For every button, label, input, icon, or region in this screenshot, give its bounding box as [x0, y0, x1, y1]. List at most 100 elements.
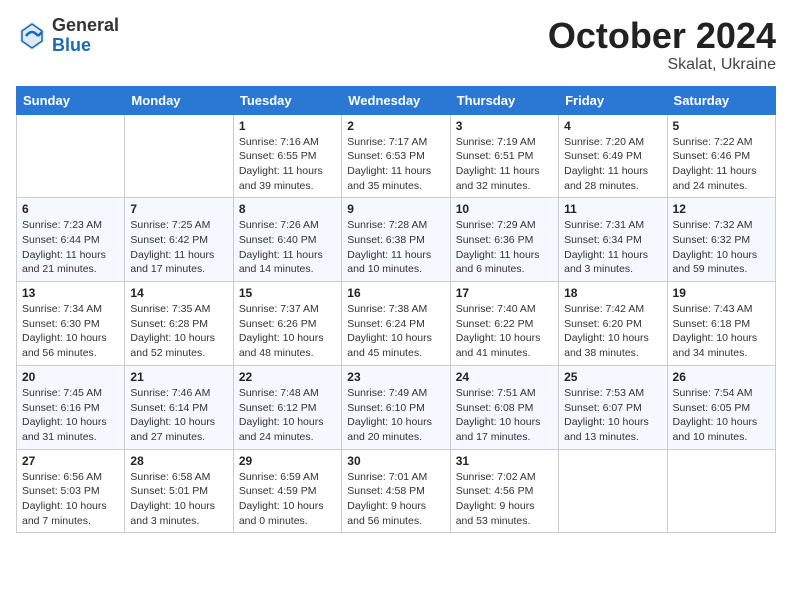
day-number: 3 — [456, 119, 553, 133]
day-of-week-header: Wednesday — [342, 86, 450, 114]
calendar-cell: 18 Sunrise: 7:42 AM Sunset: 6:20 PM Dayli… — [559, 282, 667, 366]
calendar-cell: 19 Sunrise: 7:43 AM Sunset: 6:18 PM Dayli… — [667, 282, 775, 366]
day-number: 23 — [347, 370, 444, 384]
calendar-cell: 12 Sunrise: 7:32 AM Sunset: 6:32 PM Dayli… — [667, 198, 775, 282]
day-number: 6 — [22, 202, 119, 216]
day-number: 12 — [673, 202, 770, 216]
logo-general: General — [52, 16, 119, 36]
location: Skalat, Ukraine — [548, 56, 776, 74]
day-number: 19 — [673, 286, 770, 300]
calendar-week-row: 27 Sunrise: 6:56 AM Sunset: 5:03 PM Dayli… — [17, 449, 776, 533]
calendar-table: SundayMondayTuesdayWednesdayThursdayFrid… — [16, 86, 776, 534]
day-number: 20 — [22, 370, 119, 384]
calendar-header-row: SundayMondayTuesdayWednesdayThursdayFrid… — [17, 86, 776, 114]
day-of-week-header: Tuesday — [233, 86, 341, 114]
day-number: 4 — [564, 119, 661, 133]
calendar-cell: 23 Sunrise: 7:49 AM Sunset: 6:10 PM Dayli… — [342, 365, 450, 449]
calendar-cell: 30 Sunrise: 7:01 AM Sunset: 4:58 PM Dayli… — [342, 449, 450, 533]
calendar-week-row: 20 Sunrise: 7:45 AM Sunset: 6:16 PM Dayli… — [17, 365, 776, 449]
day-number: 2 — [347, 119, 444, 133]
calendar-cell: 5Sunrise: 7:22 AM Sunset: 6:46 PM Daylig… — [667, 114, 775, 198]
calendar-week-row: 13Sunrise: 7:34 AM Sunset: 6:30 PM Dayli… — [17, 282, 776, 366]
day-number: 28 — [130, 454, 227, 468]
calendar-cell: 29 Sunrise: 6:59 AM Sunset: 4:59 PM Dayli… — [233, 449, 341, 533]
calendar-cell — [17, 114, 125, 198]
calendar-cell: 16Sunrise: 7:38 AM Sunset: 6:24 PM Dayli… — [342, 282, 450, 366]
day-info: Sunrise: 7:29 AM Sunset: 6:36 PM Dayligh… — [456, 218, 553, 277]
day-number: 17 — [456, 286, 553, 300]
day-info: Sunrise: 7:02 AM Sunset: 4:56 PM Dayligh… — [456, 470, 553, 529]
calendar-cell: 17 Sunrise: 7:40 AM Sunset: 6:22 PM Dayli… — [450, 282, 558, 366]
day-number: 26 — [673, 370, 770, 384]
day-of-week-header: Saturday — [667, 86, 775, 114]
day-number: 14 — [130, 286, 227, 300]
day-number: 29 — [239, 454, 336, 468]
day-of-week-header: Thursday — [450, 86, 558, 114]
day-number: 30 — [347, 454, 444, 468]
day-info: Sunrise: 7:23 AM Sunset: 6:44 PM Dayligh… — [22, 218, 119, 277]
day-info: Sunrise: 7:37 AM Sunset: 6:26 PM Dayligh… — [239, 302, 336, 361]
day-number: 22 — [239, 370, 336, 384]
day-info: Sunrise: 6:59 AM Sunset: 4:59 PM Dayligh… — [239, 470, 336, 529]
logo-icon — [16, 20, 48, 52]
calendar-week-row: 6 Sunrise: 7:23 AM Sunset: 6:44 PM Daylig… — [17, 198, 776, 282]
calendar-cell: 24Sunrise: 7:51 AM Sunset: 6:08 PM Dayli… — [450, 365, 558, 449]
day-info: Sunrise: 7:25 AM Sunset: 6:42 PM Dayligh… — [130, 218, 227, 277]
calendar-cell: 7 Sunrise: 7:25 AM Sunset: 6:42 PM Daylig… — [125, 198, 233, 282]
day-number: 21 — [130, 370, 227, 384]
day-info: Sunrise: 7:16 AM Sunset: 6:55 PM Dayligh… — [239, 135, 336, 194]
day-number: 18 — [564, 286, 661, 300]
day-number: 15 — [239, 286, 336, 300]
day-info: Sunrise: 7:43 AM Sunset: 6:18 PM Dayligh… — [673, 302, 770, 361]
logo-text: General Blue — [52, 16, 119, 56]
day-info: Sunrise: 7:40 AM Sunset: 6:22 PM Dayligh… — [456, 302, 553, 361]
day-info: Sunrise: 7:01 AM Sunset: 4:58 PM Dayligh… — [347, 470, 444, 529]
calendar-cell: 31Sunrise: 7:02 AM Sunset: 4:56 PM Dayli… — [450, 449, 558, 533]
day-info: Sunrise: 7:35 AM Sunset: 6:28 PM Dayligh… — [130, 302, 227, 361]
calendar-cell — [667, 449, 775, 533]
logo: General Blue — [16, 16, 119, 56]
calendar-cell: 26 Sunrise: 7:54 AM Sunset: 6:05 PM Dayli… — [667, 365, 775, 449]
calendar-cell — [125, 114, 233, 198]
day-number: 8 — [239, 202, 336, 216]
day-info: Sunrise: 7:45 AM Sunset: 6:16 PM Dayligh… — [22, 386, 119, 445]
day-number: 27 — [22, 454, 119, 468]
day-info: Sunrise: 7:26 AM Sunset: 6:40 PM Dayligh… — [239, 218, 336, 277]
calendar-cell: 11 Sunrise: 7:31 AM Sunset: 6:34 PM Dayli… — [559, 198, 667, 282]
day-info: Sunrise: 7:46 AM Sunset: 6:14 PM Dayligh… — [130, 386, 227, 445]
day-info: Sunrise: 6:56 AM Sunset: 5:03 PM Dayligh… — [22, 470, 119, 529]
day-info: Sunrise: 7:49 AM Sunset: 6:10 PM Dayligh… — [347, 386, 444, 445]
day-number: 24 — [456, 370, 553, 384]
day-info: Sunrise: 6:58 AM Sunset: 5:01 PM Dayligh… — [130, 470, 227, 529]
calendar-cell: 14 Sunrise: 7:35 AM Sunset: 6:28 PM Dayli… — [125, 282, 233, 366]
day-info: Sunrise: 7:54 AM Sunset: 6:05 PM Dayligh… — [673, 386, 770, 445]
day-info: Sunrise: 7:48 AM Sunset: 6:12 PM Dayligh… — [239, 386, 336, 445]
calendar-cell — [559, 449, 667, 533]
day-of-week-header: Monday — [125, 86, 233, 114]
day-number: 7 — [130, 202, 227, 216]
day-number: 11 — [564, 202, 661, 216]
calendar-cell: 2 Sunrise: 7:17 AM Sunset: 6:53 PM Daylig… — [342, 114, 450, 198]
calendar-cell: 8 Sunrise: 7:26 AM Sunset: 6:40 PM Daylig… — [233, 198, 341, 282]
day-info: Sunrise: 7:17 AM Sunset: 6:53 PM Dayligh… — [347, 135, 444, 194]
day-number: 10 — [456, 202, 553, 216]
calendar-cell: 27 Sunrise: 6:56 AM Sunset: 5:03 PM Dayli… — [17, 449, 125, 533]
day-number: 9 — [347, 202, 444, 216]
title-block: October 2024 Skalat, Ukraine — [548, 16, 776, 74]
day-info: Sunrise: 7:31 AM Sunset: 6:34 PM Dayligh… — [564, 218, 661, 277]
calendar-cell: 21 Sunrise: 7:46 AM Sunset: 6:14 PM Dayli… — [125, 365, 233, 449]
calendar-week-row: 1 Sunrise: 7:16 AM Sunset: 6:55 PM Daylig… — [17, 114, 776, 198]
day-number: 1 — [239, 119, 336, 133]
calendar-cell: 25Sunrise: 7:53 AM Sunset: 6:07 PM Dayli… — [559, 365, 667, 449]
day-number: 25 — [564, 370, 661, 384]
day-of-week-header: Friday — [559, 86, 667, 114]
month-title: October 2024 — [548, 16, 776, 56]
day-number: 13 — [22, 286, 119, 300]
calendar-cell: 15 Sunrise: 7:37 AM Sunset: 6:26 PM Dayli… — [233, 282, 341, 366]
calendar-cell: 1 Sunrise: 7:16 AM Sunset: 6:55 PM Daylig… — [233, 114, 341, 198]
calendar-cell: 20 Sunrise: 7:45 AM Sunset: 6:16 PM Dayli… — [17, 365, 125, 449]
calendar-cell: 13Sunrise: 7:34 AM Sunset: 6:30 PM Dayli… — [17, 282, 125, 366]
day-info: Sunrise: 7:42 AM Sunset: 6:20 PM Dayligh… — [564, 302, 661, 361]
day-info: Sunrise: 7:32 AM Sunset: 6:32 PM Dayligh… — [673, 218, 770, 277]
calendar-cell: 3Sunrise: 7:19 AM Sunset: 6:51 PM Daylig… — [450, 114, 558, 198]
